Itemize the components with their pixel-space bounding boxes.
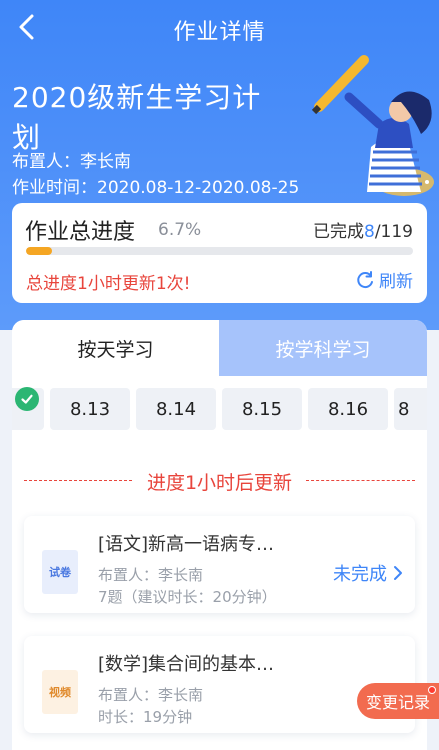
date-chip[interactable]: 8.14 <box>136 388 216 430</box>
date-chip[interactable]: 8.15 <box>222 388 302 430</box>
nav-bar: 作业详情 <box>0 0 439 58</box>
task-assigner: 布置人：李长南 <box>98 566 204 584</box>
page-title: 作业详情 <box>173 20 266 45</box>
task-status: 未完成 <box>333 560 403 586</box>
progress-note: 总进度1小时更新1次! <box>26 274 191 294</box>
date-strip: 2 8.13 8.14 8.15 8.16 8 <box>12 388 427 432</box>
refresh-button[interactable]: 刷新 <box>355 267 413 292</box>
chevron-right-icon <box>394 566 402 580</box>
notification-dot <box>428 686 436 694</box>
tab-by-subject[interactable]: 按学科学习 <box>219 320 427 376</box>
update-divider: 进度1小时后更新 <box>24 468 415 494</box>
date-chip[interactable]: 8.13 <box>50 388 130 430</box>
progress-percent: 6.7% <box>158 220 202 240</box>
task-detail: 7题（建议时长：20分钟） <box>98 588 277 606</box>
task-detail: 时长：19分钟 <box>98 708 193 726</box>
task-assigner: 布置人：李长南 <box>98 686 204 704</box>
refresh-icon <box>357 270 373 288</box>
task-status-label: 未完成 <box>333 564 387 585</box>
student-illustration <box>311 55 434 196</box>
progress-bar-fill <box>26 247 52 255</box>
done-prefix: 已完成 <box>312 222 364 242</box>
plan-title: 2020级新生学习计划 <box>12 81 262 154</box>
video-file-icon: 视频 <box>42 670 78 714</box>
refresh-label: 刷新 <box>379 272 413 292</box>
progress-bar <box>26 247 413 255</box>
exam-paper-icon: 试卷 <box>42 550 78 594</box>
task-card[interactable]: 视频 [数学]集合间的基本… 布置人：李长南 时长：19分钟 未完 <box>24 636 415 733</box>
progress-title: 作业总进度 <box>25 220 136 245</box>
change-log-button[interactable]: 变更记录 <box>357 683 439 719</box>
date-chip[interactable]: 8.16 <box>308 388 388 430</box>
done-total: /119 <box>374 222 413 242</box>
plan-assigner: 布置人：李长南 <box>12 152 131 172</box>
completed-check-icon <box>15 387 39 411</box>
date-chip[interactable]: 8 <box>394 388 427 430</box>
tab-by-day[interactable]: 按天学习 <box>12 320 219 376</box>
plan-period: 作业时间：2020.08-12-2020.08-25 <box>12 178 300 198</box>
progress-done-count: 已完成8/119 <box>313 217 413 242</box>
progress-card: 作业总进度 6.7% 已完成8/119 总进度1小时更新1次! 刷新 <box>12 203 427 303</box>
task-title: [语文]新高一语病专… <box>98 534 275 555</box>
task-card[interactable]: 试卷 [语文]新高一语病专… 布置人：李长南 7题（建议时长：20分钟） 未完成 <box>24 516 415 613</box>
divider-text: 进度1小时后更新 <box>24 468 415 495</box>
task-title: [数学]集合间的基本… <box>98 654 275 675</box>
done-count: 8 <box>363 222 375 242</box>
check-icon <box>21 394 33 404</box>
